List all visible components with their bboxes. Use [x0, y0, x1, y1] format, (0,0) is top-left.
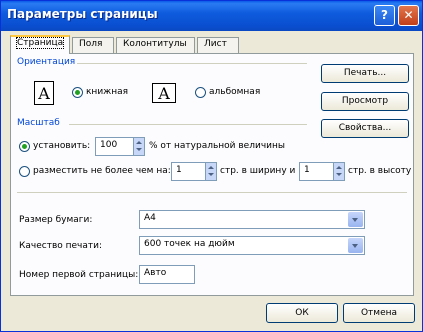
ok-button[interactable]: ОК — [266, 303, 338, 323]
fit-wide-value: 1 — [176, 165, 182, 175]
paper-size-select[interactable]: A4 — [139, 210, 365, 229]
cancel-button[interactable]: Отмена — [343, 303, 415, 323]
scale-percent-suffix: % от натуральной величины — [149, 141, 285, 151]
orientation-group-label: Ориентация — [17, 57, 76, 67]
scale-percent-input[interactable]: 100 — [95, 137, 145, 156]
fit-tall-value: 1 — [304, 165, 310, 175]
print-quality-select[interactable]: 600 точек на дюйм — [139, 236, 365, 255]
fit-wide-input[interactable]: 1 — [171, 162, 217, 181]
first-page-label: Номер первой страницы: — [19, 270, 139, 280]
paper-size-dropdown-icon[interactable] — [348, 212, 363, 227]
fit-tall-spinner[interactable] — [333, 163, 344, 180]
orientation-divider — [77, 63, 307, 64]
properties-button[interactable]: Свойства... — [321, 119, 409, 138]
scale-fit-label[interactable]: разместить не более чем на: — [33, 166, 171, 176]
scale-bottom-divider — [17, 192, 407, 193]
paper-size-label: Размер бумаги: — [19, 215, 93, 225]
portrait-label[interactable]: книжная — [86, 87, 128, 97]
first-page-input[interactable]: Авто — [139, 265, 195, 284]
landscape-page-icon: A — [152, 83, 176, 103]
tab-page[interactable]: Страница — [10, 35, 70, 54]
portrait-radio[interactable] — [72, 87, 83, 98]
title-bar[interactable]: Параметры страницы ? ✕ — [1, 1, 422, 31]
print-quality-dropdown-icon[interactable] — [348, 238, 363, 253]
scale-divider — [69, 124, 307, 125]
landscape-radio[interactable] — [195, 87, 206, 98]
landscape-label[interactable]: альбомная — [209, 87, 260, 97]
fit-tall-suffix: стр. в высоту — [348, 166, 412, 176]
fit-wide-spinner[interactable] — [205, 163, 216, 180]
paper-size-value: A4 — [144, 213, 156, 223]
print-quality-label: Качество печати: — [19, 241, 102, 251]
scale-group-label: Масштаб — [17, 118, 60, 128]
close-button[interactable]: ✕ — [398, 5, 419, 26]
tab-panel: Ориентация A книжная A альбомная Печать.… — [10, 53, 414, 296]
page-setup-dialog: Параметры страницы ? ✕ Страница Поля Кол… — [0, 0, 423, 332]
fit-tall-input[interactable]: 1 — [299, 162, 345, 181]
print-button[interactable]: Печать... — [321, 64, 409, 83]
scale-percent-value: 100 — [100, 140, 118, 150]
fit-wide-suffix: стр. в ширину и — [220, 166, 296, 176]
scale-set-label[interactable]: установить: — [33, 141, 90, 151]
preview-button[interactable]: Просмотр — [321, 92, 409, 111]
scale-fit-radio[interactable] — [19, 166, 30, 177]
tab-header-footer[interactable]: Колонтитулы — [116, 37, 195, 53]
scale-percent-spinner[interactable] — [133, 138, 144, 155]
help-button[interactable]: ? — [374, 5, 395, 26]
tab-margins[interactable]: Поля — [72, 37, 114, 53]
portrait-page-icon: A — [34, 81, 54, 105]
print-quality-value: 600 точек на дюйм — [144, 239, 235, 249]
window-title: Параметры страницы — [7, 7, 158, 21]
scale-set-radio[interactable] — [19, 141, 30, 152]
tab-sheet[interactable]: Лист — [197, 37, 239, 53]
